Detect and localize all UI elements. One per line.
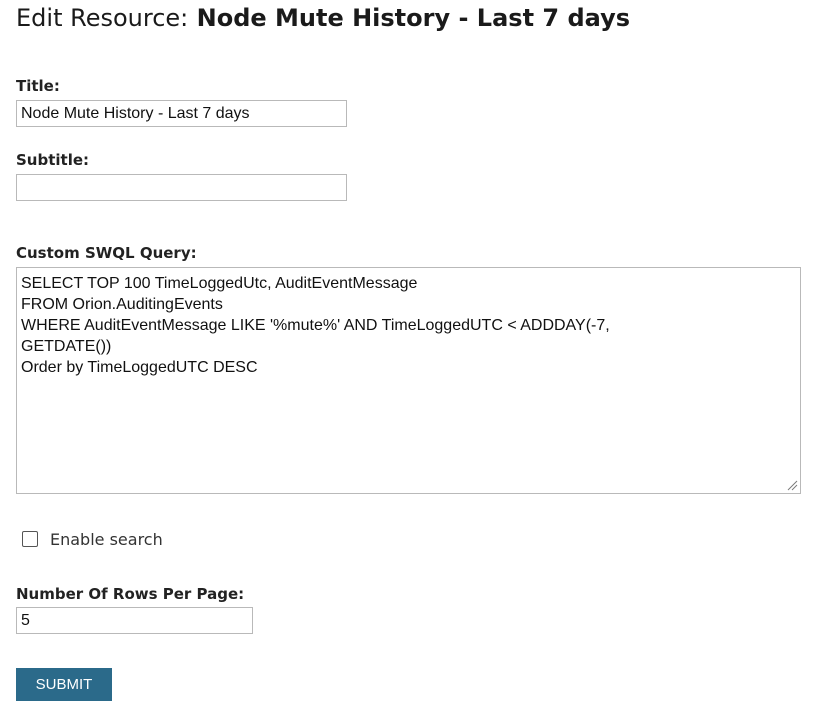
custom-query-textarea[interactable]: SELECT TOP 100 TimeLoggedUtc, AuditEvent… [16,267,801,494]
page-title: Edit Resource: Node Mute History - Last … [16,4,630,32]
submit-button[interactable]: SUBMIT [16,668,112,701]
rows-per-page-label: Number Of Rows Per Page: [16,585,245,603]
enable-search-checkbox[interactable] [22,531,38,547]
title-label: Title: [16,77,60,95]
resize-grip-icon[interactable] [786,479,798,491]
subtitle-input[interactable] [16,174,347,201]
page-title-resource-name: Node Mute History - Last 7 days [196,4,631,32]
rows-per-page-input[interactable] [16,607,253,634]
enable-search-label[interactable]: Enable search [50,530,163,549]
page-title-prefix: Edit Resource: [16,4,189,32]
enable-search-row[interactable]: Enable search [22,528,163,550]
title-input[interactable] [16,100,347,127]
subtitle-label: Subtitle: [16,151,90,169]
custom-query-label: Custom SWQL Query: [16,244,197,262]
